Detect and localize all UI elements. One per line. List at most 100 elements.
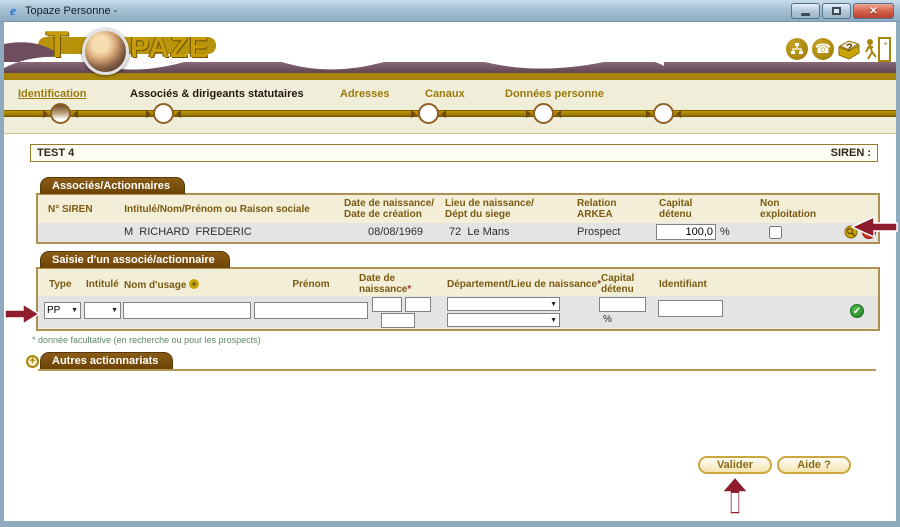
associes-table: N° SIREN Intitulé/Nom/Prénom ou Raison s… [36,193,880,244]
departement-select[interactable]: ▼ [447,297,560,311]
col-type: Type [49,279,72,290]
tick [526,110,531,118]
lieu-naissance-select[interactable]: ▼ [447,313,560,327]
annotation-arrow-left [849,216,898,238]
step-circle-identification [50,103,71,124]
footnote: * donnée facultative (en recherche ou po… [32,335,261,345]
tick [176,110,181,118]
tick [43,110,48,118]
section-tab-saisie: Saisie d'un associé/actionnaire [40,251,230,268]
logo-avatar [82,28,129,75]
chevron-down-icon: ▼ [71,307,78,314]
step-circle-adresses [418,103,439,124]
step-associes-dirigeants[interactable]: Associés & dirigeants statutaires [130,88,304,100]
non-exploitation-checkbox[interactable] [769,226,782,239]
col-date-naissance: Date de naissance* [359,273,411,295]
col-siren: N° SIREN [48,204,93,215]
col-identifiant: Identifiant [659,279,707,290]
capital-input[interactable] [599,297,646,312]
percent-label: % [720,226,730,238]
annotation-arrow-up [720,476,750,516]
minimize-button[interactable] [791,3,820,19]
step-circle-canaux [533,103,554,124]
tick [646,110,651,118]
step-donnees-personne[interactable]: Données personne [505,88,604,100]
page: T PAZE ☎ ? + [4,22,896,521]
date-month-input[interactable] [405,297,431,312]
tick [676,110,681,118]
date-year-input[interactable] [381,313,415,328]
table-row: M RICHARD FREDERIC 08/08/1969 72 Le Mans… [38,223,878,242]
siren-label: SIREN : [831,147,871,159]
tick [73,110,78,118]
step-circle-associes [153,103,174,124]
saisie-form: Type Intitulé Nom d'usage + Prénom Date … [36,267,880,331]
col-nom-usage: Nom d'usage + [124,279,199,291]
valider-button[interactable]: Valider [698,456,772,474]
cell-birth: 08/08/1969 [368,226,423,238]
window-titlebar[interactable]: e Topaze Personne - ✕ [0,0,900,22]
tick [411,110,416,118]
maximize-button[interactable] [822,3,851,19]
window-title: Topaze Personne - [25,5,117,17]
plus-icon[interactable]: + [189,279,199,289]
step-identification[interactable]: Identification [18,88,86,100]
col-capital: Capitaldétenu [659,198,692,220]
cell-name: M RICHARD FREDERIC [124,226,252,238]
section-divider [38,369,876,371]
logo-letter-t: T [46,24,70,66]
cell-relation: Prospect [577,226,620,238]
maximize-icon [832,7,841,15]
col-non-exploitation: Nonexploitation [760,198,816,220]
intitule-select[interactable]: ▼ [84,302,121,319]
step-circle-donnees [653,103,674,124]
form-row: PP▼ ▼ ▼ ▼ % ✓ [38,296,878,328]
minimize-icon [801,13,810,16]
type-select[interactable]: PP▼ [44,302,81,319]
entity-name: TEST 4 [37,147,74,159]
prenom-input[interactable] [254,302,368,319]
tick [556,110,561,118]
percent-label: % [603,314,612,325]
col-departement: Département/Lieu de naissance* [447,279,601,290]
exit-glyph: + [862,35,892,63]
identifiant-input[interactable] [658,300,723,317]
tick [441,110,446,118]
help-book-glyph: ? [837,39,861,61]
step-adresses[interactable]: Adresses [340,88,390,100]
app-header: T PAZE ☎ ? + [4,22,896,80]
annotation-arrow-right [4,302,42,326]
date-day-input[interactable] [372,297,402,312]
phone-icon[interactable]: ☎ [812,38,834,60]
cell-place: 72 Le Mans [449,226,510,238]
col-prenom: Prénom [254,279,368,290]
browser-icon: e [6,4,20,18]
close-icon: ✕ [869,6,877,17]
confirm-icon[interactable]: ✓ [850,304,864,318]
nom-usage-input[interactable] [123,302,251,319]
step-navigation: Identification Associés & dirigeants sta… [4,80,896,134]
logo-text: PAZE [130,32,209,65]
col-place: Lieu de naissance/Dépt du siege [445,198,534,220]
aide-button[interactable]: Aide ? [777,456,851,474]
org-chart-icon[interactable] [786,38,808,60]
section-tab-autres: Autres actionnariats [40,352,173,369]
svg-text:?: ? [846,42,853,54]
progress-bar [4,110,896,117]
col-relation: RelationARKEA [577,198,616,220]
col-intitule: Intitulé [86,279,119,290]
chevron-down-icon: ▼ [550,301,557,308]
tick [146,110,151,118]
expand-icon[interactable]: + [26,355,39,368]
col-birth: Date de naissance/Date de création [344,198,434,220]
exit-icon[interactable]: + [862,35,892,68]
chevron-down-icon: ▼ [550,317,557,324]
capital-detenu-input[interactable] [656,224,716,240]
context-bar: TEST 4 SIREN : [30,144,878,162]
col-name: Intitulé/Nom/Prénom ou Raison sociale [119,204,315,215]
chevron-down-icon: ▼ [111,307,118,314]
col-capital-detenu: Capitaldétenu [601,273,634,295]
close-button[interactable]: ✕ [853,3,894,19]
step-canaux[interactable]: Canaux [425,88,465,100]
help-book-icon[interactable]: ? [837,39,861,66]
